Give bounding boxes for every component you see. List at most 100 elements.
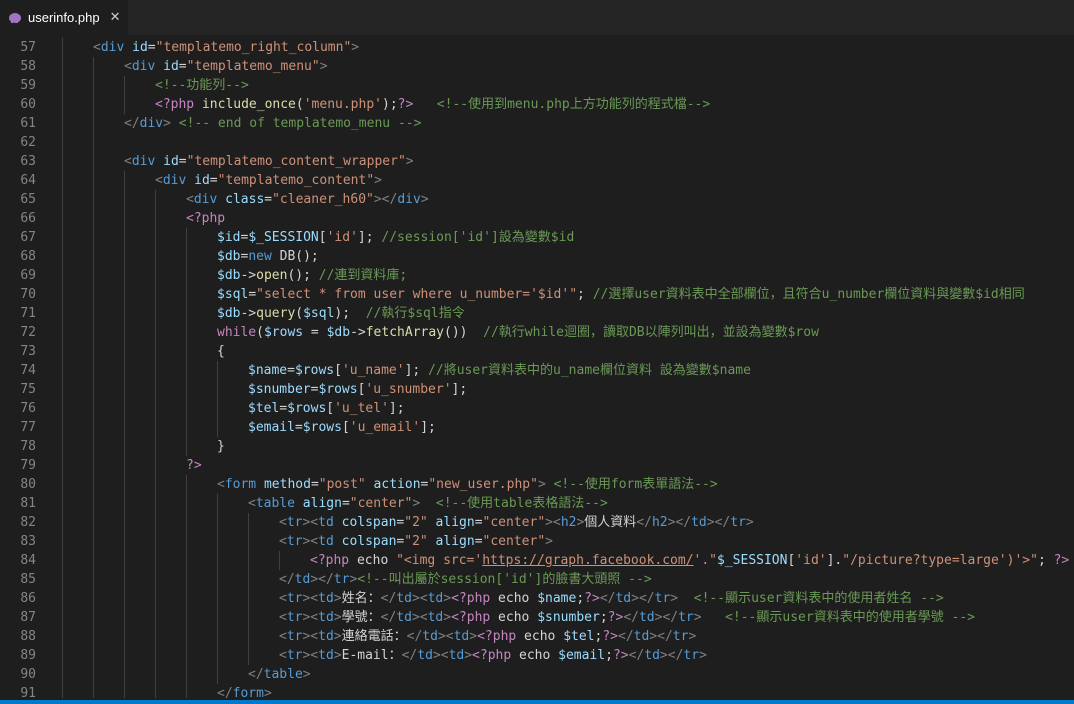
code-line[interactable]: 65 <div class="cleaner_h60"></div> (0, 190, 1074, 209)
code-token: { (217, 344, 225, 359)
line-number: 63 (20, 154, 36, 169)
code-line[interactable]: 80 <form method="post" action="new_user.p… (0, 475, 1074, 494)
code-line[interactable]: 78} (0, 437, 1074, 456)
code-line[interactable]: 67 $id=$_SESSION['id']; //session['id']設為… (0, 228, 1074, 247)
code-token: align (294, 496, 342, 511)
indent-guide (155, 456, 156, 475)
code-line[interactable]: 72 while($rows = $db->fetchArray()) //執行w… (0, 323, 1074, 342)
indent-guide (186, 608, 187, 627)
indent-guide (124, 361, 125, 380)
indent-guide (62, 608, 63, 627)
code-line[interactable]: 61 </div> <!-- end of templatemo_menu --> (0, 114, 1074, 133)
code-line[interactable]: 73 { (0, 342, 1074, 361)
code-line[interactable]: 57 <div id="templatemo_right_column"> (0, 38, 1074, 57)
code-token: id (124, 40, 148, 55)
close-icon[interactable]: ✕ (110, 10, 121, 25)
tab-title: userinfo.php (28, 10, 100, 25)
code-token: div (193, 192, 218, 207)
code-line[interactable]: 88 <tr><td>連絡電話：</td><td><?php echo $tel;… (0, 627, 1074, 646)
code-token: include_once (194, 97, 296, 112)
code-token: = (178, 59, 187, 74)
code-token: >< (302, 629, 319, 644)
indent-guide (124, 228, 125, 247)
code-token: <?php (155, 97, 195, 112)
code-line[interactable]: 87 <tr><td>學號：</td><td><?php echo $snumbe… (0, 608, 1074, 627)
code-line[interactable]: 84 <?php echo "<img src='https://graph.fa… (0, 551, 1074, 570)
code-line[interactable]: 82 <tr><td colspan="2" align="center"><h2… (0, 513, 1074, 532)
indent-guide (124, 266, 125, 285)
line-number: 83 (20, 534, 36, 549)
indent-guide (155, 285, 156, 304)
code-token: > (469, 629, 478, 644)
code-editor[interactable]: 57 <div id="templatemo_right_column"> 58 <d… (0, 38, 1074, 698)
code-line[interactable]: 86 <tr><td>姓名：</td><td><?php echo $name;?… (0, 589, 1074, 608)
code-line[interactable]: 90 </table> (0, 665, 1074, 684)
code-line[interactable]: 71 $db->query($sql); //執行$sql指令 (0, 304, 1074, 323)
code-line[interactable]: 66 <?php (0, 209, 1074, 228)
code-token: ]; (404, 363, 429, 378)
indent-guide (124, 494, 125, 513)
line-number: 57 (20, 40, 36, 55)
indent-guide (155, 380, 156, 399)
code-line[interactable]: 81 <table align="center"> <!--使用table表格語法… (0, 494, 1074, 513)
code-text: <tr><td>E-mail：</td><td><?php echo $emai… (279, 646, 707, 665)
code-token: <!-- end of templatemo_menu --> (178, 116, 422, 131)
code-line[interactable]: 68 $db=new DB(); (0, 247, 1074, 266)
code-line[interactable]: 74 $name=$rows['u_name']; //將user資料表中的u_n… (0, 361, 1074, 380)
code-line[interactable]: 69 $db->open(); //連到資料庫; (0, 266, 1074, 285)
code-token: = (248, 287, 257, 302)
code-token: $rows (318, 382, 358, 397)
indent-guide (124, 399, 125, 418)
line-number: 60 (20, 97, 36, 112)
code-line[interactable]: 91 </form> (0, 684, 1074, 698)
code-text: ?> (186, 456, 202, 475)
code-token: echo (490, 610, 538, 625)
code-token: td (396, 610, 412, 625)
code-token: </ (380, 610, 397, 625)
code-line[interactable]: 77 $email=$rows['u_email']; (0, 418, 1074, 437)
code-text: <div id="templatemo_content"> (155, 171, 382, 190)
code-token: td (691, 515, 707, 530)
indent-guide (62, 551, 63, 570)
indent-guide (186, 494, 187, 513)
code-line[interactable]: 63 <div id="templatemo_content_wrapper"> (0, 152, 1074, 171)
indent-guide (217, 551, 218, 570)
code-token: td (417, 648, 433, 663)
code-line[interactable]: 83 <tr><td colspan="2" align="center"> (0, 532, 1074, 551)
indent-guide (186, 532, 187, 551)
code-line[interactable]: 60 <?php include_once('menu.php');?> <!--… (0, 95, 1074, 114)
code-line[interactable]: 64 <div id="templatemo_content"> (0, 171, 1074, 190)
indent-guide (155, 209, 156, 228)
indent-guide (217, 646, 218, 665)
code-line[interactable]: 79 ?> (0, 456, 1074, 475)
code-text: </form> (217, 684, 272, 698)
indent-guide (62, 209, 63, 228)
code-token: > (464, 648, 473, 663)
tab-userinfo-php[interactable]: userinfo.php ✕ (0, 0, 128, 35)
code-text: <div id="templatemo_menu"> (124, 57, 328, 76)
code-line[interactable]: 89 <tr><td>E-mail：</td><td><?php echo $em… (0, 646, 1074, 665)
code-token: >< (437, 629, 454, 644)
code-line[interactable]: 58 <div id="templatemo_menu"> (0, 57, 1074, 76)
indent-guide (186, 646, 187, 665)
code-token: } (217, 439, 225, 454)
code-text: <tr><td>學號：</td><td><?php echo $snumber;… (279, 608, 975, 627)
indent-guide (186, 323, 187, 342)
code-token: $rows (287, 401, 327, 416)
code-token: > (333, 591, 342, 606)
code-line[interactable]: 59 <!--功能列--> (0, 76, 1074, 95)
code-token: ]; (451, 382, 468, 397)
code-token: td (318, 534, 334, 549)
code-token: $tel (248, 401, 280, 416)
code-token: > (420, 192, 429, 207)
code-token: align (427, 534, 475, 549)
code-token: ></ (667, 515, 692, 530)
line-number: 90 (20, 667, 36, 682)
line-number: 88 (20, 629, 36, 644)
code-line[interactable]: 85 </td></tr><!--叫出屬於session['id']的臉書大頭照 … (0, 570, 1074, 589)
code-line[interactable]: 62 (0, 133, 1074, 152)
indent-guide (217, 513, 218, 532)
code-line[interactable]: 70 $sql="select * from user where u_numbe… (0, 285, 1074, 304)
code-line[interactable]: 75 $snumber=$rows['u_snumber']; (0, 380, 1074, 399)
code-line[interactable]: 76 $tel=$rows['u_tel']; (0, 399, 1074, 418)
